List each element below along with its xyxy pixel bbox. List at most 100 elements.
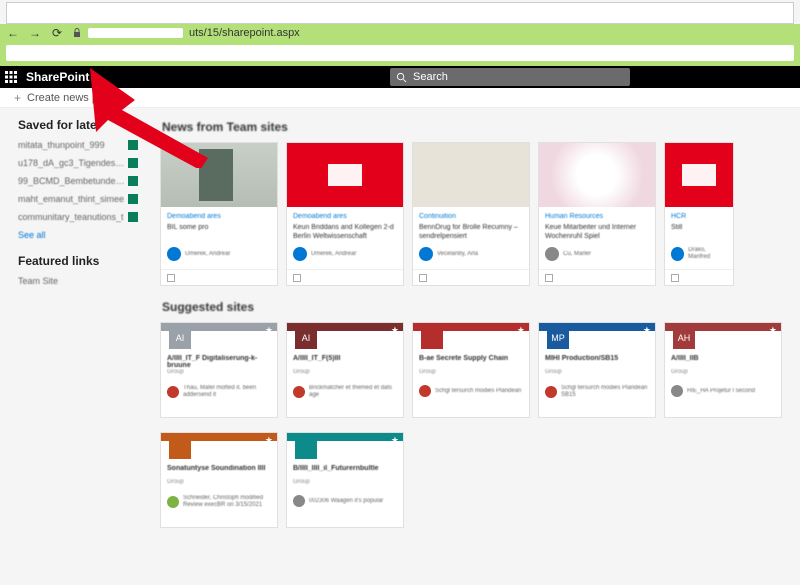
site-activity: Schgl tersurch modies Plandean SB15 <box>561 385 649 399</box>
site-activity: Schgl tersurch modies Plandean <box>435 388 523 395</box>
address-bar[interactable]: uts/15/sharepoint.aspx <box>72 27 300 39</box>
see-all-link[interactable]: See all <box>18 230 138 240</box>
news-site-name: Continuition <box>419 213 523 220</box>
site-card[interactable]: ★AIA/IIII_IT_F Digitaliserung-k-bruuneGr… <box>160 322 278 418</box>
news-card[interactable]: Continuition BennDrug for Brolle Recumny … <box>412 142 530 286</box>
featured-link[interactable]: Team Site <box>18 276 138 286</box>
create-news-button[interactable]: Create news post <box>27 92 113 104</box>
site-card[interactable]: ★AIA/IIII_IT_F(5)IIIGroupBrickmatcher et… <box>286 322 404 418</box>
news-title: BennDrug for Brolle Recumny – sendrelpen… <box>419 223 523 241</box>
site-tile-icon: AH <box>673 327 695 349</box>
follow-star-icon[interactable]: ★ <box>265 325 273 336</box>
site-card[interactable]: ★B-ae Secrete Supply ChainGroupSchgl ter… <box>412 322 530 418</box>
news-card[interactable]: HCRStillDrako, Manfred <box>664 142 734 286</box>
saved-item[interactable]: mitata_thunpoint_999 <box>18 140 138 150</box>
app-name: SharePoint <box>26 70 89 84</box>
news-thumbnail <box>539 143 655 207</box>
news-title: BIL some pro <box>167 223 271 241</box>
site-card[interactable]: ★Sonatuntyse Soundination IIIIGroupSchne… <box>160 432 278 528</box>
avatar <box>545 247 559 261</box>
news-section-title: News from Team sites <box>162 120 796 134</box>
url-blurred-segment <box>88 28 183 38</box>
bookmark-icon[interactable] <box>167 274 175 282</box>
saved-item-label: u178_dA_gc3_Tigendes_Inf <box>18 158 128 168</box>
site-tile-icon <box>295 437 317 459</box>
file-icon <box>128 140 138 150</box>
follow-star-icon[interactable]: ★ <box>769 325 777 336</box>
site-subtitle: Group <box>293 479 397 485</box>
main-content: News from Team sites Demoabend ares BIL s… <box>150 108 800 585</box>
browser-tab-strip <box>6 2 794 24</box>
saved-item-label: communitary_teanutions_t <box>18 212 124 222</box>
news-author: Drako, Manfred <box>688 247 727 261</box>
bookmark-icon[interactable] <box>293 274 301 282</box>
file-icon <box>128 158 138 168</box>
site-subtitle: Group <box>545 369 649 375</box>
site-title: B/IIII_IIII_il_Futurernbultle <box>293 465 397 479</box>
site-card[interactable]: ★B/IIII_IIII_il_FuturernbultleGroup00230… <box>286 432 404 528</box>
news-title: Keun Briddans and Kollegen 2-d Berlin We… <box>293 223 397 241</box>
site-title: A/IIII_IT_F Digitaliserung-k-bruune <box>167 355 271 369</box>
news-site-name: Demoabend ares <box>293 213 397 220</box>
file-icon <box>128 212 138 222</box>
site-title: A/IIII_IT_F(5)III <box>293 355 397 369</box>
lock-icon <box>72 28 82 38</box>
news-author: Umerek, Andrear <box>311 251 356 258</box>
follow-star-icon[interactable]: ★ <box>643 325 651 336</box>
news-card[interactable]: Human Resources Keue Mitarbeiter und Inte… <box>538 142 656 286</box>
bookmark-icon[interactable] <box>419 274 427 282</box>
activity-avatar <box>293 495 305 507</box>
search-box[interactable]: Search <box>390 68 630 86</box>
follow-star-icon[interactable]: ★ <box>391 325 399 336</box>
site-tile-icon <box>421 327 443 349</box>
bookmark-icon[interactable] <box>545 274 553 282</box>
news-site-name: Human Resources <box>545 213 649 220</box>
site-title: Sonatuntyse Soundination IIII <box>167 465 271 479</box>
site-subtitle: Group <box>671 369 775 375</box>
left-sidebar: Saved for later mitata_thunpoint_999 u178… <box>0 108 150 585</box>
site-activity: HIE_HA Projetur l second <box>687 388 775 395</box>
saved-item[interactable]: u178_dA_gc3_Tigendes_Inf <box>18 158 138 168</box>
site-title: MIHI Production/SB15 <box>545 355 649 369</box>
news-author: Cu, Marler <box>563 251 591 258</box>
site-subtitle: Group <box>167 369 271 375</box>
avatar <box>167 247 181 261</box>
saved-item-label: maht_emanut_thint_simee <box>18 194 124 204</box>
activity-avatar <box>419 385 431 397</box>
follow-star-icon[interactable]: ★ <box>517 325 525 336</box>
bookmark-icon[interactable] <box>671 274 679 282</box>
waffle-icon <box>5 71 17 83</box>
follow-star-icon[interactable]: ★ <box>391 435 399 446</box>
site-card[interactable]: ★ MP MIHI Production/SB15Group Schgl tersur… <box>538 322 656 418</box>
site-title: B-ae Secrete Supply Chain <box>419 355 523 369</box>
saved-item-label: mitata_thunpoint_999 <box>18 140 105 150</box>
news-card[interactable]: Demoabend aresBIL some proUmerek, Andrea… <box>160 142 278 286</box>
news-title: Still <box>671 223 727 241</box>
saved-item-label: 99_BCMD_Bembetunde_fg <box>18 176 128 186</box>
site-activity: Thau, Mafel mofted it. been addersend it <box>183 385 271 399</box>
news-thumbnail <box>161 143 277 207</box>
saved-item[interactable]: communitary_teanutions_t <box>18 212 138 222</box>
activity-avatar <box>167 496 179 508</box>
back-button[interactable]: ← <box>6 26 20 40</box>
site-tile-icon: MP <box>547 327 569 349</box>
site-subtitle: Group <box>293 369 397 375</box>
saved-item[interactable]: 99_BCMD_Bembetunde_fg <box>18 176 138 186</box>
suggested-sites-title: Suggested sites <box>162 300 796 314</box>
site-card[interactable]: ★AHA/IIII_IIBGroupHIE_HA Projetur l seco… <box>664 322 782 418</box>
sharepoint-suite-header: SharePoint Search <box>0 66 800 88</box>
news-title: Keue Mitarbeiter und Interner Wochenruhl… <box>545 223 649 241</box>
news-site-name: Demoabend ares <box>167 213 271 220</box>
file-icon <box>128 194 138 204</box>
saved-item[interactable]: maht_emanut_thint_simee <box>18 194 138 204</box>
follow-star-icon[interactable]: ★ <box>265 435 273 446</box>
activity-avatar <box>167 386 179 398</box>
news-card[interactable]: Demoabend ares Keun Briddans and Kollegen… <box>286 142 404 286</box>
avatar <box>293 247 307 261</box>
app-launcher-button[interactable] <box>0 71 22 83</box>
avatar <box>419 247 433 261</box>
reload-button[interactable]: ⟳ <box>50 26 64 40</box>
news-author: Vecelanby, Arla <box>437 251 478 258</box>
saved-for-later-heading: Saved for later <box>18 118 138 132</box>
forward-button[interactable]: → <box>28 26 42 40</box>
